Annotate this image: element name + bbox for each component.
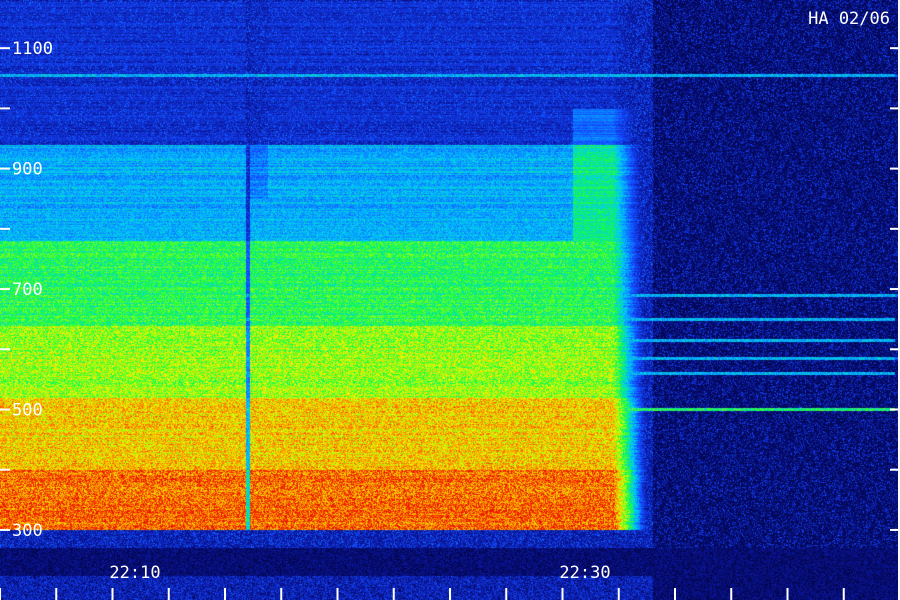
y-tick-label: 900 <box>12 160 43 180</box>
y-axis-ticks: 1100 900 700 500 300 <box>0 39 900 541</box>
y-tick-label: 300 <box>12 521 43 541</box>
y-tick-label: 1100 <box>12 39 53 59</box>
x-axis-ticks: 22:1022:3022:50 <box>0 563 900 600</box>
date-annotation: HA 02/06 <box>808 9 890 29</box>
x-tick-label: 22:10 <box>109 563 160 583</box>
x-tick-label: 22:30 <box>559 563 610 583</box>
y-tick-label: 700 <box>12 280 43 300</box>
y-tick-label: 500 <box>12 400 43 420</box>
spectrogram-overlay: 1100900700500300 22:1022:3022:50 HA 02/0… <box>0 0 900 600</box>
